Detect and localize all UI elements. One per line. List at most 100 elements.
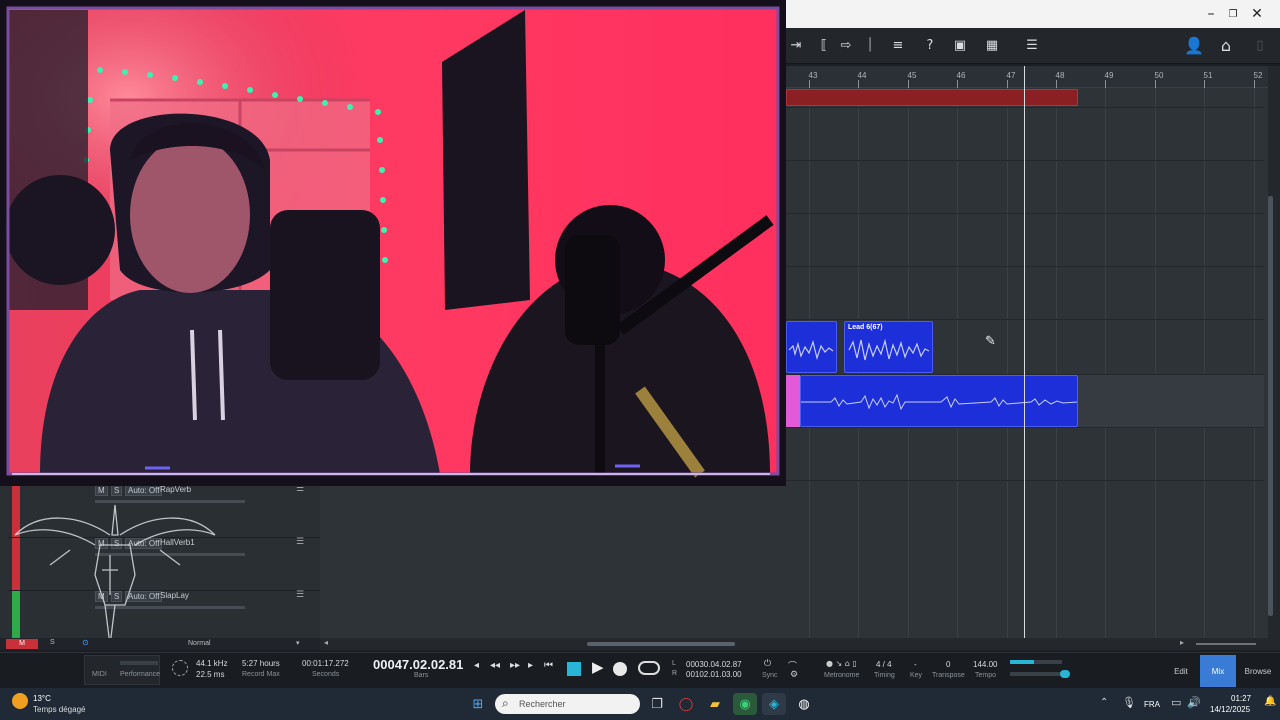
ruler-bar-number[interactable]: 47 xyxy=(1007,71,1016,80)
next-marker-icon[interactable]: ▸ xyxy=(528,660,533,671)
performance-panel xyxy=(84,655,160,685)
zoom-slider[interactable] xyxy=(1196,643,1256,645)
ruler-bar-number[interactable]: 51 xyxy=(1204,71,1213,80)
search-placeholder[interactable]: Rechercher xyxy=(519,699,566,709)
split-icon[interactable]: ⏐ xyxy=(858,34,882,56)
windows-start-icon[interactable]: ⊞ xyxy=(466,693,490,715)
key-label[interactable]: Key xyxy=(910,672,922,679)
close-icon[interactable]: ✕ xyxy=(1234,0,1280,28)
clock-date[interactable]: 14/12/2025 xyxy=(1210,705,1250,714)
studio-one-icon[interactable]: ◈ xyxy=(762,693,786,715)
fast-forward-icon[interactable]: ▸▸ xyxy=(510,660,520,671)
red-clip[interactable] xyxy=(786,89,1078,106)
ruler-bar-number[interactable]: 48 xyxy=(1056,71,1065,80)
grid-icon[interactable]: ▦ xyxy=(980,34,1004,56)
edit-button[interactable]: Edit xyxy=(1162,655,1200,687)
previous-marker-icon[interactable]: ◂ xyxy=(474,660,479,671)
volume-knob[interactable] xyxy=(1060,670,1070,678)
horizontal-scrollbar[interactable] xyxy=(320,638,1280,650)
snap-icon[interactable]: ⇥ xyxy=(784,34,808,56)
lead-6-clip[interactable]: Lead 6(67) xyxy=(844,321,933,373)
weather-temp[interactable]: 13°C xyxy=(33,694,51,703)
task-view-icon[interactable]: ❐ xyxy=(645,693,669,715)
ruler-bar-number[interactable]: 52 xyxy=(1254,71,1263,80)
key-value[interactable]: - xyxy=(914,660,917,669)
weather-desc[interactable]: Temps dégagé xyxy=(33,705,85,714)
record-button[interactable] xyxy=(613,662,627,676)
user-icon[interactable]: 👤 xyxy=(1182,34,1206,56)
transpose-value[interactable]: 0 xyxy=(946,660,950,669)
bars-label[interactable]: Bars xyxy=(414,672,428,679)
file-explorer-icon[interactable]: ▰ xyxy=(703,693,727,715)
vertical-scroll-thumb[interactable] xyxy=(1268,196,1273,616)
timing-label[interactable]: Timing xyxy=(874,672,895,679)
page-icon[interactable]: ▯ xyxy=(1248,34,1272,56)
sync-icon[interactable]: ⏻ xyxy=(764,659,771,669)
loop-end[interactable]: 00102.01.03.00 xyxy=(686,670,742,679)
chevron-up-icon[interactable]: ⌃ xyxy=(1100,697,1108,708)
stop-button[interactable] xyxy=(567,662,581,676)
master-solo-button[interactable]: S xyxy=(50,639,55,646)
track-menu-icon[interactable]: ☰ xyxy=(296,590,304,600)
timing-value[interactable]: 4 / 4 xyxy=(876,660,892,669)
transpose-label[interactable]: Transpose xyxy=(932,672,965,679)
volume-icon[interactable]: 🔊 xyxy=(1187,696,1201,709)
weather-icon[interactable] xyxy=(12,693,28,709)
loop-button[interactable] xyxy=(638,661,660,675)
sync-label[interactable]: Sync xyxy=(762,672,778,679)
language-indicator[interactable]: FRA xyxy=(1144,700,1160,709)
loop-start[interactable]: 00030.04.02.87 xyxy=(686,660,742,669)
search-box[interactable] xyxy=(495,694,640,714)
master-mute-button[interactable]: M xyxy=(6,639,38,649)
horizontal-scroll-thumb[interactable] xyxy=(587,642,735,646)
monitor-icon[interactable]: ⊙ xyxy=(82,638,89,647)
audio-clip-long[interactable] xyxy=(800,375,1078,427)
ruler-bar-number[interactable]: 44 xyxy=(858,71,867,80)
layout-icon[interactable]: ☰ xyxy=(1020,34,1044,56)
chevron-down-icon[interactable]: ▾ xyxy=(296,639,300,647)
bracket-icon[interactable]: ⟦ xyxy=(812,34,836,56)
clock-time[interactable]: 01:27 xyxy=(1231,694,1251,703)
ruler-bar-number[interactable]: 45 xyxy=(908,71,917,80)
track-menu-icon[interactable]: ☰ xyxy=(296,537,304,547)
tempo-value[interactable]: 144.00 xyxy=(973,660,997,669)
seconds-label[interactable]: Seconds xyxy=(312,671,339,678)
seconds-value[interactable]: 00:01:17.272 xyxy=(302,659,349,668)
volume-slider[interactable] xyxy=(1010,672,1062,676)
mix-button[interactable]: Mix xyxy=(1200,655,1236,687)
bars-position[interactable]: 00047.02.02.81 xyxy=(373,657,463,672)
return-to-zero-icon[interactable]: ⏮ xyxy=(544,660,553,671)
video-icon[interactable]: ▣ xyxy=(948,34,972,56)
network-icon[interactable]: ▭ xyxy=(1171,696,1181,709)
ruler-bar-number[interactable]: 49 xyxy=(1105,71,1114,80)
tempo-label[interactable]: Tempo xyxy=(975,672,996,679)
rewind-icon[interactable]: ◂◂ xyxy=(490,660,500,671)
arrow-right-icon[interactable]: ⇨ xyxy=(834,34,858,56)
audio-clip[interactable] xyxy=(786,321,837,373)
arrange-view-lower[interactable] xyxy=(320,485,786,638)
home-icon[interactable]: ⌂ xyxy=(1214,34,1238,56)
track-name[interactable]: RapVerb xyxy=(160,485,191,494)
fit-icon[interactable]: ≡ xyxy=(886,34,910,56)
scroll-left-icon[interactable]: ◂ xyxy=(324,638,328,647)
notification-icon[interactable]: 🔔 xyxy=(1264,696,1276,707)
grid-line xyxy=(1056,88,1057,638)
pink-clip-edge[interactable] xyxy=(786,375,800,427)
browse-button[interactable]: Browse xyxy=(1238,655,1278,687)
scroll-right-icon[interactable]: ▸ xyxy=(1180,638,1184,647)
opera-icon[interactable]: ◯ xyxy=(674,693,698,715)
ruler-bar-number[interactable]: 43 xyxy=(809,71,818,80)
play-button[interactable]: ▶ xyxy=(592,658,604,676)
mode-select[interactable]: Normal xyxy=(188,640,211,647)
metronome-icon[interactable]: ● ↘ ⌂ ▯ xyxy=(826,659,857,668)
metronome-label[interactable]: Metronome xyxy=(824,672,859,679)
ruler-bar-number[interactable]: 50 xyxy=(1155,71,1164,80)
app-icon[interactable]: ◉ xyxy=(733,693,757,715)
ruler-bar-number[interactable]: 46 xyxy=(957,71,966,80)
microphone-icon[interactable]: 🎙 xyxy=(1122,696,1136,709)
settings-icon[interactable]: ⚙ xyxy=(790,670,798,680)
obs-icon[interactable]: ◍ xyxy=(792,693,816,715)
playhead[interactable] xyxy=(1024,66,1025,638)
help-icon[interactable]: ? xyxy=(918,34,942,56)
performance-label: Performance xyxy=(120,671,161,678)
